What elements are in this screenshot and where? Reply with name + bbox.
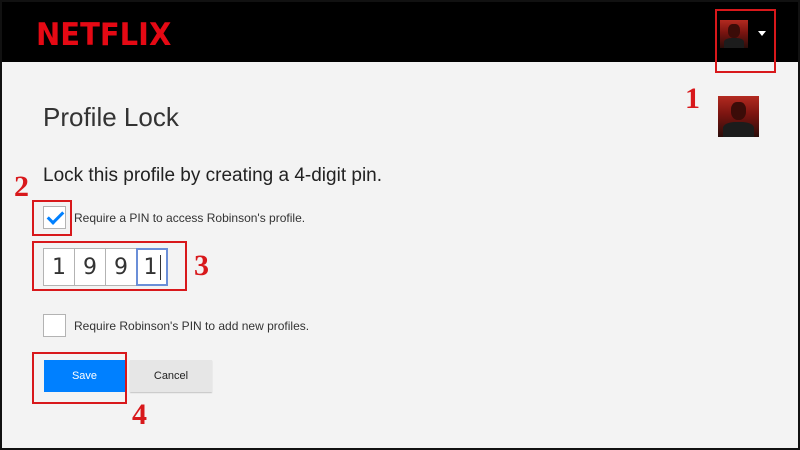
- text-cursor: [159, 254, 161, 280]
- top-header: NETFLIX: [2, 2, 798, 62]
- netflix-logo[interactable]: NETFLIX: [36, 16, 171, 53]
- pin-digit-1-value: 1: [52, 254, 66, 280]
- require-pin-label: Require a PIN to access Robinson's profi…: [74, 210, 306, 225]
- annotation-number-4: 4: [132, 398, 147, 431]
- require-new-profiles-label: Require Robinson's PIN to add new profil…: [74, 318, 310, 333]
- annotation-number-2: 2: [14, 170, 29, 203]
- caret-down-icon[interactable]: [758, 31, 766, 36]
- page-subtitle: Lock this profile by creating a 4-digit …: [43, 165, 383, 186]
- pin-digit-2[interactable]: 9: [74, 248, 106, 286]
- pin-input-group: 1 9 9 1: [43, 248, 168, 286]
- require-pin-checkbox[interactable]: [43, 206, 66, 229]
- pin-digit-2-value: 9: [83, 254, 97, 280]
- pin-digit-4-value: 1: [143, 254, 158, 280]
- require-new-profiles-checkbox[interactable]: [43, 314, 66, 337]
- pin-digit-3-value: 9: [114, 254, 128, 280]
- profile-avatar-large-icon: [718, 96, 759, 137]
- save-button[interactable]: Save: [44, 360, 125, 392]
- require-pin-option: Require a PIN to access Robinson's profi…: [43, 206, 305, 229]
- pin-digit-1[interactable]: 1: [43, 248, 75, 286]
- cancel-button[interactable]: Cancel: [130, 360, 212, 392]
- account-menu[interactable]: [720, 20, 776, 52]
- annotation-number-1: 1: [685, 82, 700, 115]
- pin-digit-3[interactable]: 9: [105, 248, 137, 286]
- page-title: Profile Lock: [43, 102, 179, 132]
- pin-digit-4[interactable]: 1: [136, 248, 168, 286]
- annotation-number-3: 3: [194, 249, 209, 282]
- require-new-profiles-option: Require Robinson's PIN to add new profil…: [43, 314, 309, 337]
- profile-avatar-icon[interactable]: [720, 20, 748, 48]
